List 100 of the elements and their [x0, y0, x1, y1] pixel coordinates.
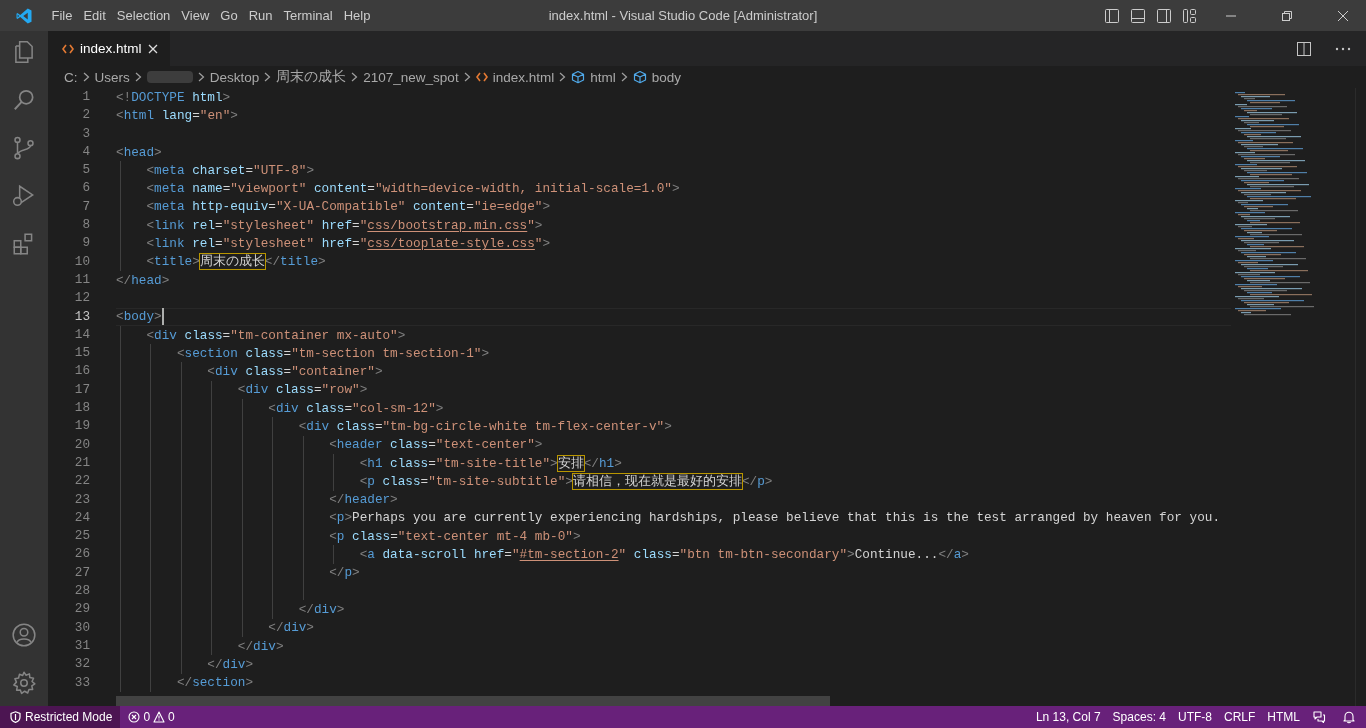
line-number: 3: [81, 124, 91, 143]
line-number: 4: [81, 142, 91, 161]
error-icon[interactable]: [128, 711, 141, 723]
breadcrumb-item[interactable]: 2107_new_spot: [363, 69, 459, 85]
code-line: </header>: [328, 491, 398, 509]
line-number: 1: [81, 88, 91, 106]
line-number: 21: [73, 453, 91, 472]
code-line: <div class="tm-bg-circle-white tm-flex-center-v">: [297, 418, 672, 435]
bell-icon[interactable]: [1342, 710, 1356, 724]
breadcrumb-item[interactable]: 周末の成长: [276, 68, 347, 86]
menu-item[interactable]: File: [46, 8, 78, 23]
line-number: 29: [73, 600, 91, 619]
app-logo-icon: [15, 6, 33, 25]
code-line: </section>: [175, 674, 254, 692]
split-editor-icon[interactable]: [1296, 40, 1312, 57]
blurred-text: [146, 71, 193, 83]
code-file-icon: [475, 72, 488, 82]
text-cursor: [161, 308, 164, 326]
close-icon[interactable]: [147, 43, 158, 54]
line-number: 7: [81, 197, 91, 216]
line-number: 8: [81, 216, 91, 235]
code-line: <section class="tm-section tm-section-1">: [175, 344, 490, 362]
close-icon[interactable]: [1337, 9, 1349, 22]
line-number: 23: [73, 490, 91, 509]
code-line: <p class="text-center mt-4 mb-0">: [328, 527, 581, 545]
cube-icon: [632, 70, 647, 84]
error-count[interactable]: 0: [143, 710, 151, 724]
layout-icon[interactable]: [1182, 7, 1198, 24]
horizontal-scrollbar[interactable]: [116, 696, 830, 706]
status-item[interactable]: UTF-8: [1172, 710, 1218, 724]
chevron-right-icon: [197, 72, 205, 82]
warning-count[interactable]: 0: [168, 710, 175, 724]
line-number: 18: [73, 399, 91, 418]
code-line: <meta charset="UTF-8">: [145, 161, 314, 179]
line-number: 6: [81, 179, 91, 198]
line-number: 26: [73, 545, 91, 564]
code-line: <div class="col-sm-12">: [267, 399, 444, 417]
code-line: <link rel="stylesheet" href="css/tooplate-style.css">: [145, 235, 551, 253]
code-line: <p>Perhaps you are currently experiencing hardships, please believe that this is the test arranged by heaven for you.: [328, 509, 1221, 527]
chevron-right-icon: [264, 72, 272, 82]
line-number: 27: [73, 563, 91, 582]
warning-icon[interactable]: [153, 711, 166, 723]
restore-icon[interactable]: [1281, 9, 1293, 22]
line-number: 16: [73, 362, 91, 381]
code-line: <meta name="viewport" content="width=device-width, initial-scale=1.0">: [145, 180, 680, 198]
account-icon[interactable]: [11, 622, 37, 648]
line-number: 13: [73, 307, 91, 326]
breadcrumb-item[interactable]: Users: [94, 69, 130, 85]
chevron-right-icon: [559, 72, 567, 82]
code-line: </div>: [206, 655, 254, 673]
code-line: <div class="container">: [206, 363, 383, 381]
menu-item[interactable]: Terminal: [278, 8, 339, 23]
chevron-right-icon: [351, 72, 359, 82]
status-item[interactable]: Spaces: 4: [1106, 710, 1172, 724]
code-line: </p>: [328, 564, 360, 582]
line-number: 9: [81, 234, 91, 253]
more-actions-icon[interactable]: [1335, 46, 1351, 51]
line-number: 17: [73, 380, 91, 399]
breadcrumb-item[interactable]: Desktop: [209, 69, 260, 85]
line-number: 19: [73, 417, 91, 436]
breadcrumb-item[interactable]: C:: [64, 69, 78, 85]
line-number: 11: [73, 270, 91, 289]
line-number: 30: [73, 618, 91, 637]
feedback-icon[interactable]: [1312, 710, 1326, 724]
code-line: <body>: [116, 308, 162, 326]
editor-tab[interactable]: index.html: [48, 31, 170, 66]
chevron-right-icon: [463, 72, 471, 82]
menu-item[interactable]: Run: [243, 8, 278, 23]
source-control-icon[interactable]: [11, 135, 37, 161]
menu-item[interactable]: Go: [214, 8, 244, 23]
status-item[interactable]: Ln 13, Col 7: [1029, 710, 1107, 724]
line-number: 22: [73, 472, 91, 491]
chevron-right-icon: [82, 72, 90, 82]
code-line: </div>: [297, 600, 345, 618]
menu-item[interactable]: Selection: [111, 8, 176, 23]
breadcrumb-item[interactable]: body: [651, 69, 681, 85]
line-number: 12: [73, 289, 91, 308]
cube-icon: [571, 70, 586, 84]
status-item[interactable]: CRLF: [1218, 710, 1262, 724]
toggle-panel-icon[interactable]: [1130, 7, 1146, 24]
status-item[interactable]: HTML: [1261, 710, 1306, 724]
toggle-secondary-sidebar-icon[interactable]: [1156, 7, 1172, 24]
restricted-mode-button[interactable]: Restricted Mode: [0, 706, 121, 728]
line-number: 24: [73, 508, 91, 527]
line-number: 20: [73, 435, 91, 454]
code-line: <!DOCTYPE html>: [116, 88, 231, 106]
settings-icon[interactable]: [11, 670, 37, 696]
shield-icon: [10, 711, 21, 723]
toggle-sidebar-icon[interactable]: [1104, 7, 1120, 24]
code-line: <html lang="en">: [116, 106, 238, 124]
menu-item[interactable]: Help: [338, 8, 376, 23]
chevron-right-icon: [620, 72, 628, 82]
line-number: 31: [73, 636, 91, 655]
line-number: 10: [73, 252, 91, 271]
menu-item[interactable]: View: [175, 8, 215, 23]
line-number: 32: [73, 655, 91, 674]
code-line: <meta http-equiv="X-UA-Compatible" content="ie=edge">: [145, 198, 551, 216]
breadcrumb-item[interactable]: html: [590, 69, 616, 85]
breadcrumb-item[interactable]: index.html: [492, 69, 555, 85]
menu-item[interactable]: Edit: [77, 8, 112, 23]
